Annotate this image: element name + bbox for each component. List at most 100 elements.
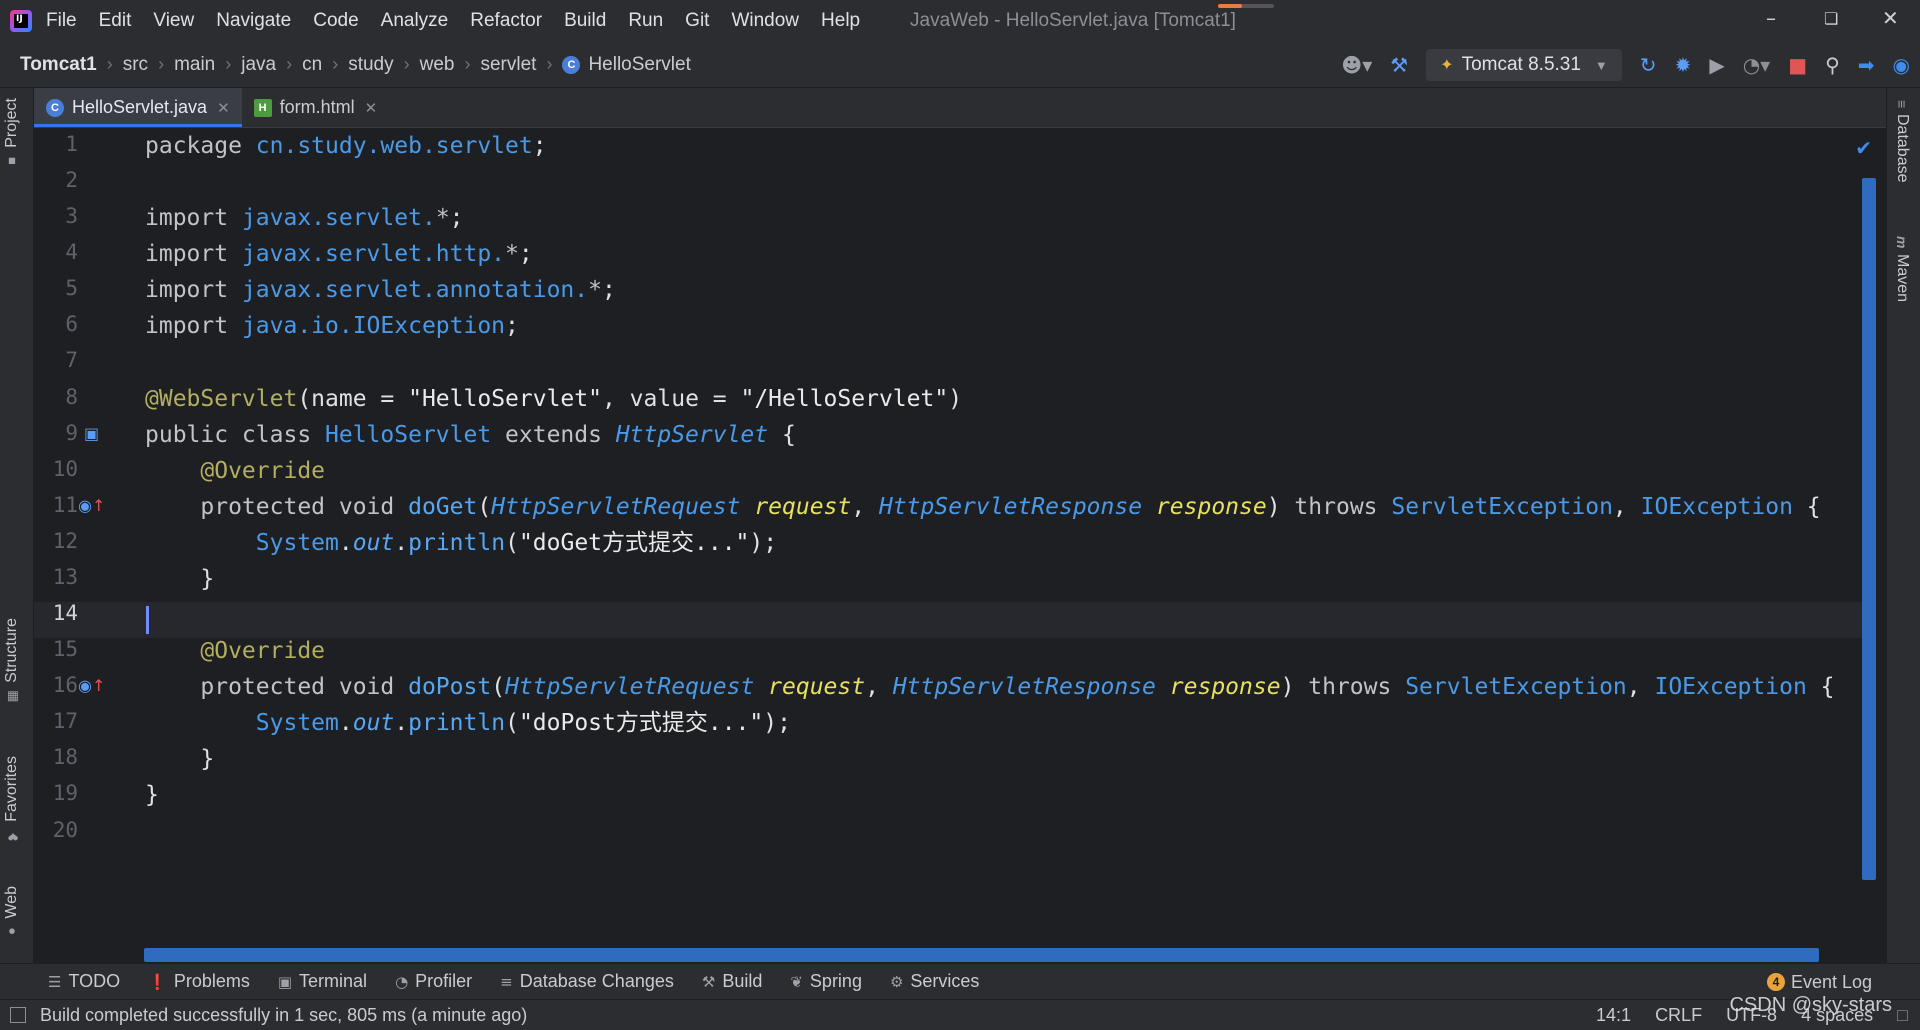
restore-icon[interactable]: ❏ (1824, 9, 1838, 28)
tool-tab-favorites[interactable]: ❤ Favorites (3, 756, 21, 843)
punctuation: ; (505, 313, 519, 339)
minimize-icon[interactable]: – (1766, 6, 1776, 30)
rerun-icon[interactable]: ↻ (1640, 53, 1657, 77)
tool-problems[interactable]: ❗ Problems (148, 971, 250, 992)
method-name: println (408, 710, 506, 736)
search-icon[interactable]: ⚲ (1825, 53, 1840, 77)
lock-icon[interactable]: □ (1897, 1005, 1908, 1026)
breadcrumb-item-main[interactable]: main (174, 54, 215, 76)
punctuation: ; (449, 205, 464, 231)
breadcrumb-item-project[interactable]: Tomcat1 (20, 54, 97, 76)
status-bar: Build completed successfully in 1 sec, 8… (0, 999, 1920, 1030)
horizontal-scrollbar[interactable] (144, 948, 1819, 962)
tool-label: Database Changes (519, 971, 674, 991)
code-line: } (145, 561, 214, 597)
update-icon[interactable]: ➡ (1858, 53, 1875, 77)
menu-git[interactable]: Git (685, 10, 709, 32)
debug-icon[interactable]: ✹ (1675, 53, 1692, 77)
tool-tab-structure[interactable]: ▦ Structure (3, 618, 21, 704)
keyword: import (145, 205, 242, 231)
punctuation: (name = (297, 386, 409, 412)
vertical-scrollbar[interactable] (1862, 178, 1876, 880)
stop-icon[interactable]: ■ (1788, 53, 1807, 77)
close-window-icon[interactable]: ✕ (1882, 6, 1899, 30)
services-icon: ⚙ (889, 972, 904, 991)
build-hammer-icon[interactable]: ⚒ (1390, 53, 1408, 77)
code-line: } (145, 777, 159, 813)
tool-tab-maven[interactable]: m Maven (1893, 236, 1911, 302)
menu-window[interactable]: Window (731, 10, 799, 32)
keyword: public class (145, 422, 326, 448)
user-profile-icon[interactable]: ☻▾ (1341, 53, 1372, 77)
breadcrumb-item-study[interactable]: study (348, 54, 393, 76)
status-panel-icon[interactable] (10, 1007, 26, 1023)
no-problems-check-icon[interactable]: ✔ (1855, 136, 1872, 160)
breadcrumb-item-web[interactable]: web (420, 54, 455, 76)
event-count-badge: 4 (1766, 973, 1785, 991)
tool-tab-label: Favorites (3, 756, 20, 822)
watermark: CSDN @sky-stars (1729, 994, 1892, 1016)
code-with-me-icon[interactable]: ◉ (1893, 53, 1910, 77)
menu-code[interactable]: Code (313, 10, 358, 32)
status-message[interactable]: Build completed successfully in 1 sec, 8… (40, 1005, 527, 1026)
tool-tab-label: Web (3, 886, 20, 919)
code-line: import javax.servlet.http.*; (145, 236, 533, 272)
menu-refactor[interactable]: Refactor (470, 10, 542, 32)
tool-tab-project[interactable]: ■ Project (3, 98, 21, 169)
close-icon[interactable]: ✕ (217, 99, 230, 117)
breadcrumb-separator-icon: › (286, 54, 293, 74)
menu-help[interactable]: Help (821, 10, 860, 32)
tool-spring[interactable]: ❦ Spring (790, 971, 862, 992)
punctuation: ( (491, 674, 506, 700)
menu-navigate[interactable]: Navigate (216, 10, 291, 32)
run-config-selector[interactable]: ✦ Tomcat 8.5.31 ▼ (1426, 49, 1622, 81)
override-method-icon[interactable]: ◉↑ (78, 676, 105, 695)
tab-form-html[interactable]: H form.html ✕ (242, 88, 390, 127)
structure-icon: ▦ (4, 688, 20, 704)
profile-icon[interactable]: ◔▾ (1743, 53, 1771, 77)
line-separator[interactable]: CRLF (1655, 1005, 1702, 1026)
menu-analyze[interactable]: Analyze (381, 10, 449, 32)
menu-build[interactable]: Build (564, 10, 606, 32)
close-icon[interactable]: ✕ (365, 99, 378, 117)
breadcrumb-item-java[interactable]: java (241, 54, 276, 76)
tool-build[interactable]: ⚒ Build (702, 971, 762, 992)
menu-run[interactable]: Run (628, 10, 663, 32)
tool-todo[interactable]: ☰ TODO (48, 971, 120, 992)
code-editor[interactable]: 1 2 3 4 5 6 7 8 9 10 11 12 13 14 15 16 1… (34, 128, 1886, 963)
toolbar: ☻▾ ⚒ ✦ Tomcat 8.5.31 ▼ ↻ ✹ ▶ ◔▾ ■ ⚲ ➡ ◉ (1341, 42, 1920, 88)
punctuation: { (1806, 674, 1835, 700)
tool-profiler[interactable]: ◔ Profiler (395, 971, 472, 992)
breadcrumb-item-src[interactable]: src (123, 54, 148, 76)
tool-terminal[interactable]: ▣ Terminal (278, 971, 367, 992)
terminal-icon: ▣ (277, 972, 293, 991)
tab-helloservlet-java[interactable]: C HelloServlet.java ✕ (34, 88, 242, 127)
tool-tab-database[interactable]: ≡ Database (1893, 100, 1911, 183)
servlet-gutter-icon[interactable]: ▣ (84, 424, 99, 443)
caret-position[interactable]: 14:1 (1596, 1005, 1631, 1026)
menu-view[interactable]: View (153, 10, 194, 32)
run-with-coverage-icon[interactable]: ▶ (1709, 53, 1724, 77)
menu-file[interactable]: File (46, 10, 77, 32)
tool-tab-web[interactable]: ● Web (3, 886, 21, 940)
breadcrumb-item-servlet[interactable]: servlet (480, 54, 536, 76)
param-name: request (768, 674, 866, 700)
wildcard: * (588, 277, 602, 303)
breadcrumb-separator-icon: › (403, 54, 410, 74)
tool-label: Spring (809, 971, 862, 991)
param-name: response (1155, 494, 1267, 520)
override-method-icon[interactable]: ◉↑ (78, 496, 105, 515)
tool-database-changes[interactable]: ≡ Database Changes (500, 971, 674, 992)
line-number: 8 (65, 385, 78, 409)
tool-services[interactable]: ⚙ Services (890, 971, 979, 992)
breadcrumb-item-cn[interactable]: cn (302, 54, 322, 76)
line-number: 9 (65, 421, 78, 445)
line-number: 2 (65, 168, 78, 192)
menu-edit[interactable]: Edit (99, 10, 132, 32)
breadcrumb-item-class[interactable]: HelloServlet (588, 54, 690, 76)
